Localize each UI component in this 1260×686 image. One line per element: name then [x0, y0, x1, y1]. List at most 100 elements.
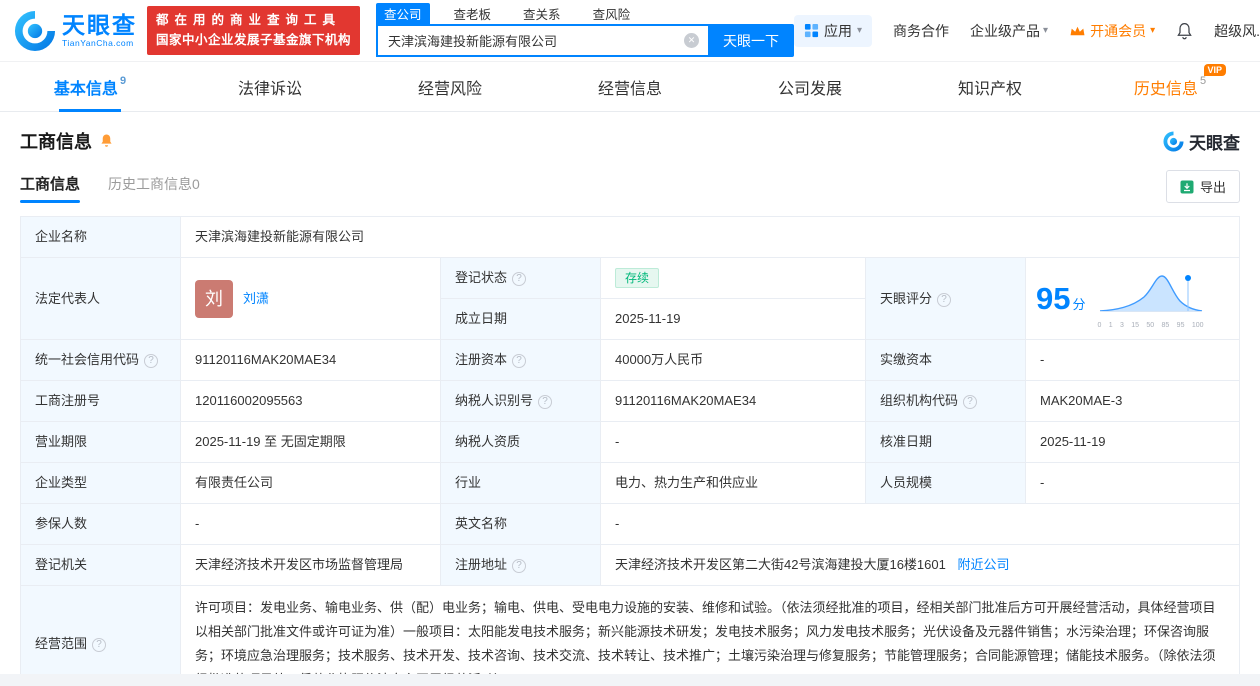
vip-membership-label: 开通会员	[1090, 22, 1147, 39]
address-text: 天津经济技术开发区第二大街42号滨海建投大厦16楼1601	[615, 557, 946, 572]
help-icon[interactable]: ?	[144, 354, 159, 368]
notification-bell-icon[interactable]	[1176, 22, 1193, 40]
search-row: ✕ 天眼一下	[376, 24, 795, 57]
brand-watermark: 天眼查	[1163, 129, 1240, 154]
tab-company-development-label: 公司发展	[777, 80, 842, 98]
tianyancha-logo[interactable]: 天眼查 TianYanCha.com	[14, 10, 137, 52]
reg-number-label: 工商注册号	[20, 380, 181, 422]
approval-date-label: 核准日期	[865, 421, 1026, 463]
table-row: 法定代表人 刘 刘潇 登记状态? 存续 天眼评分? 95 分 0 1 3 15 …	[20, 257, 1240, 340]
search-input-wrap: ✕	[376, 24, 709, 57]
registry-value: 天津经济技术开发区市场监督管理局	[180, 544, 441, 586]
established-label: 成立日期	[440, 298, 601, 340]
search-tab-company[interactable]: 查公司	[376, 3, 430, 24]
staff-size-label: 人员规模	[865, 462, 1026, 504]
business-cooperation-link[interactable]: 商务合作	[893, 21, 949, 41]
search-tab-relation[interactable]: 查关系	[515, 3, 569, 24]
status-badge: 存续	[615, 268, 660, 288]
page: 天眼查 TianYanCha.com 都在用的商业查询工具 国家中小企业发展子基…	[0, 0, 1260, 686]
tianyancha-logo-icon	[14, 10, 56, 51]
paid-capital-value: -	[1025, 339, 1240, 381]
search-tabs: 查公司 查老板 查关系 查风险	[376, 3, 794, 24]
tab-intellectual-property[interactable]: 知识产权	[900, 62, 1080, 111]
tab-basic-info-label: 基本信息	[53, 80, 118, 98]
table-row: 企业名称 天津滨海建投新能源有限公司	[20, 216, 1240, 258]
taxpayer-quality-value: -	[600, 421, 866, 463]
industry-value: 电力、热力生产和供应业	[600, 462, 866, 504]
nearby-companies-link[interactable]: 附近公司	[957, 557, 1009, 572]
score-value: 95 分 0 1 3 15 50 85 95 100	[1025, 257, 1240, 340]
tab-history-info[interactable]: 历史信息 5 VIP	[1080, 62, 1260, 111]
help-icon[interactable]: ?	[937, 292, 952, 307]
table-row: 工商注册号 120116002095563 纳税人识别号? 91120116MA…	[20, 380, 1240, 422]
help-icon[interactable]: ?	[512, 354, 527, 368]
page-bottom-strip	[0, 674, 1260, 686]
company-name-value: 天津滨海建投新能源有限公司	[180, 216, 1240, 258]
legal-rep-avatar[interactable]: 刘	[195, 279, 233, 318]
industry-label: 行业	[440, 462, 601, 504]
credit-code-label: 统一社会信用代码?	[20, 339, 181, 381]
tab-operation-info[interactable]: 经营信息	[540, 62, 720, 111]
registry-label: 登记机关	[20, 544, 181, 586]
address-label: 注册地址?	[440, 544, 601, 586]
reg-status-value: 存续	[600, 257, 866, 299]
subtab-history-business-info[interactable]: 历史工商信息0	[108, 174, 200, 203]
search-button[interactable]: 天眼一下	[708, 24, 795, 57]
sub-tabs: 工商信息 历史工商信息0 导出	[20, 170, 1240, 203]
main-content: 工商信息 天眼查 工商信息 历史工商信息0 导出 企业名称 天津滨海建投新能源有…	[0, 112, 1260, 674]
legal-rep-name-link[interactable]: 刘潇	[243, 289, 269, 309]
legal-rep-label: 法定代表人	[20, 257, 181, 340]
enterprise-products-link[interactable]: 企业级产品 ▾	[970, 21, 1048, 41]
score-number: 95	[1036, 281, 1071, 316]
brand-watermark-icon	[1163, 130, 1184, 152]
taxpayer-id-label: 纳税人识别号?	[440, 380, 601, 422]
help-icon[interactable]: ?	[512, 559, 527, 573]
tab-history-info-count: 5	[1199, 74, 1207, 87]
table-row: 营业期限 2025-11-19 至 无固定期限 纳税人资质 - 核准日期 202…	[20, 421, 1240, 463]
tab-legal-litigation[interactable]: 法律诉讼	[180, 62, 360, 111]
help-icon[interactable]: ?	[963, 395, 978, 409]
top-header: 天眼查 TianYanCha.com 都在用的商业查询工具 国家中小企业发展子基…	[0, 0, 1260, 62]
export-icon	[1180, 180, 1194, 193]
subscribe-bell-icon[interactable]	[99, 133, 114, 149]
org-code-value: MAK20MAE-3	[1025, 380, 1240, 422]
header-right-nav: 应用 ▾ 商务合作 企业级产品 ▾ 开通会员 ▾ 超级风.	[794, 14, 1260, 47]
super-risk-link[interactable]: 超级风... ▾	[1214, 21, 1260, 41]
brand-watermark-label: 天眼查	[1189, 133, 1240, 153]
search-tab-risk[interactable]: 查风险	[585, 3, 639, 24]
apps-label: 应用	[824, 22, 853, 39]
approval-date-value: 2025-11-19	[1025, 421, 1240, 463]
company-type-label: 企业类型	[20, 462, 181, 504]
subtab-business-info[interactable]: 工商信息	[20, 173, 81, 203]
section-header: 工商信息 天眼查	[20, 128, 1240, 154]
help-icon[interactable]: ?	[512, 272, 527, 286]
tab-basic-info[interactable]: 基本信息 9	[0, 62, 180, 111]
apps-menu-button[interactable]: 应用 ▾	[794, 14, 873, 47]
chevron-down-icon: ▾	[1150, 25, 1156, 36]
tab-company-development[interactable]: 公司发展	[720, 62, 900, 111]
reg-status-label: 登记状态?	[440, 257, 601, 299]
clear-icon[interactable]: ✕	[684, 33, 700, 48]
english-name-value: -	[600, 503, 1240, 545]
score-unit: 分	[1072, 296, 1086, 312]
search-tab-boss[interactable]: 查老板	[446, 3, 500, 24]
tab-operation-risk[interactable]: 经营风险	[360, 62, 540, 111]
super-risk-label: 超级风...	[1214, 22, 1260, 39]
tab-history-info-label: 历史信息	[1133, 80, 1198, 98]
vip-membership-link[interactable]: 开通会员 ▾	[1069, 21, 1155, 41]
company-type-value: 有限责任公司	[180, 462, 441, 504]
tab-intellectual-property-label: 知识产权	[957, 80, 1022, 98]
search-input[interactable]	[376, 24, 709, 57]
tab-operation-risk-label: 经营风险	[417, 80, 482, 98]
address-value: 天津经济技术开发区第二大街42号滨海建投大厦16楼1601 附近公司	[600, 544, 1240, 586]
table-row: 登记机关 天津经济技术开发区市场监督管理局 注册地址? 天津经济技术开发区第二大…	[20, 544, 1240, 586]
slogan-line2: 国家中小企业发展子基金旗下机构	[156, 32, 352, 47]
help-icon[interactable]: ?	[92, 638, 107, 652]
help-icon[interactable]: ?	[538, 395, 553, 409]
business-scope-value: 许可项目：发电业务、输电业务、供（配）电业务；输电、供电、受电电力设施的安装、维…	[180, 585, 1240, 674]
insured-count-value: -	[180, 503, 441, 545]
table-row: 经营范围? 许可项目：发电业务、输电业务、供（配）电业务；输电、供电、受电电力设…	[20, 585, 1240, 674]
score-distribution-chart: 0 1 3 15 50 85 95 100	[1098, 269, 1204, 329]
export-button[interactable]: 导出	[1165, 170, 1240, 203]
score-chart-ticks: 0 1 3 15 50 85 95 100	[1097, 321, 1204, 329]
